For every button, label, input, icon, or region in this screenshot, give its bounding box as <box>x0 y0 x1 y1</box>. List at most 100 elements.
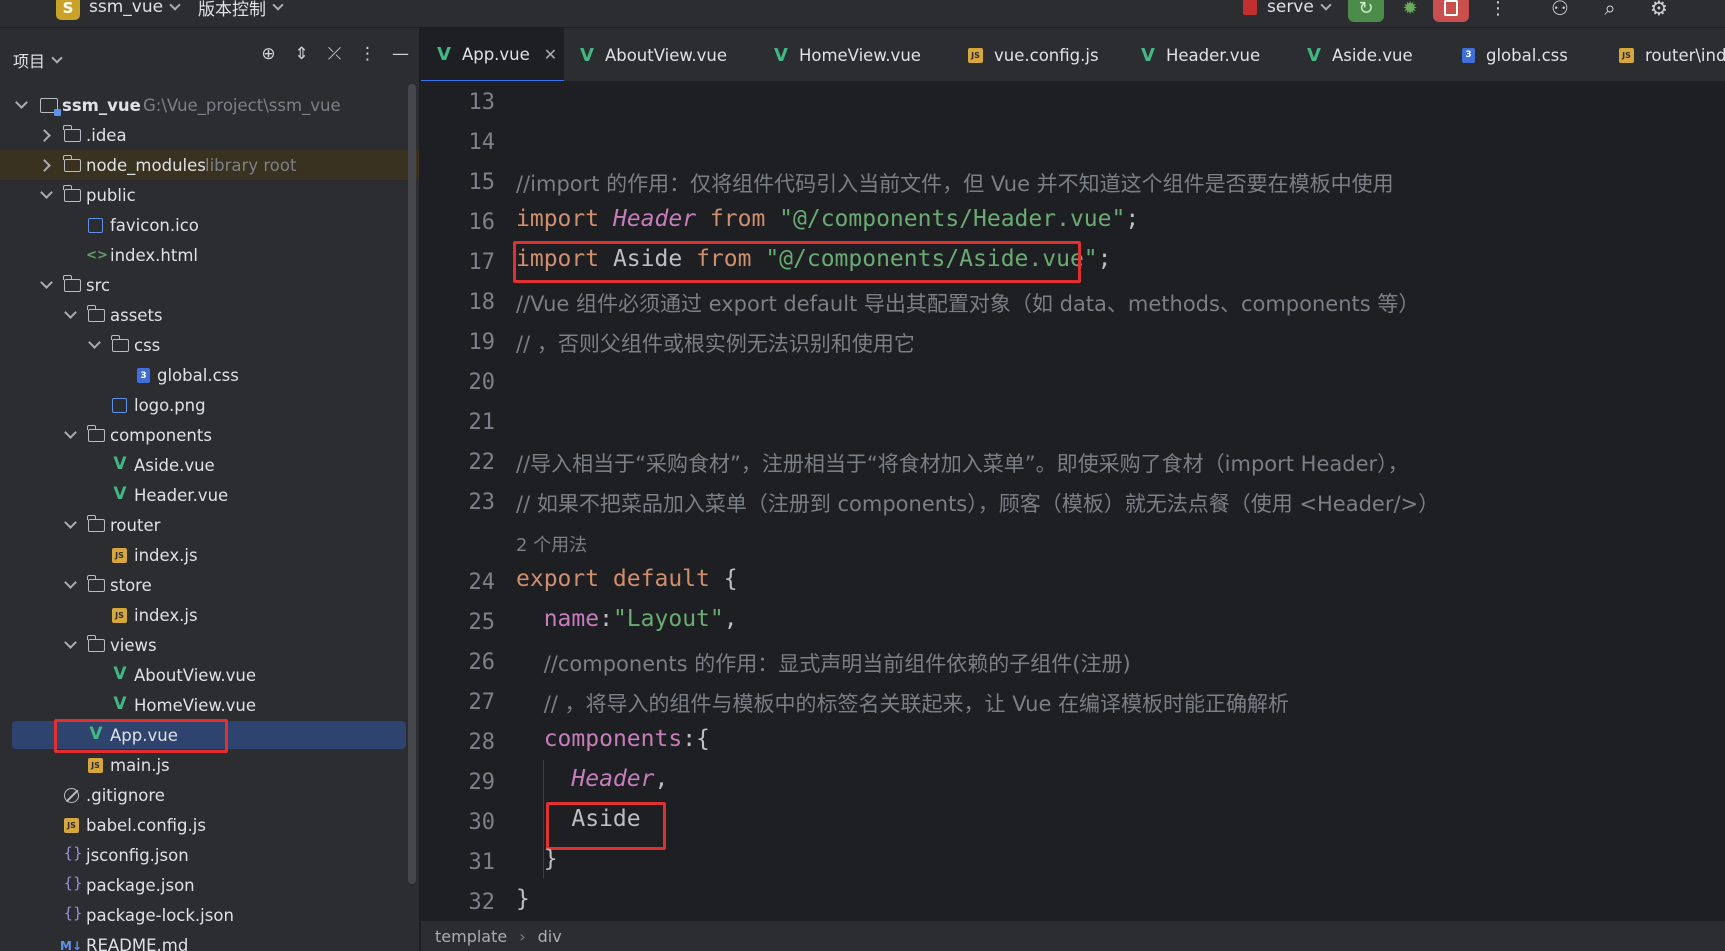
tab-aside-vue[interactable]: V Aside.vue <box>1307 28 1413 81</box>
tree-item-assets[interactable]: assets <box>0 300 419 330</box>
tree-item-ssm-vue[interactable]: ssm_vue G:\Vue_project\ssm_vue <box>0 90 419 120</box>
chevron-down-icon[interactable] <box>88 336 101 349</box>
breadcrumb-item-div[interactable]: div <box>538 927 562 946</box>
code-line-26: //components 的作用：显式声明当前组件依赖的子组件(注册) <box>516 648 1131 678</box>
folder-icon <box>87 305 105 322</box>
chevron-down-icon[interactable] <box>40 186 53 199</box>
options-icon[interactable]: ⋮ <box>358 44 377 64</box>
line-number: 30 <box>468 810 496 835</box>
tree-item-homeview-vue[interactable]: V HomeView.vue <box>0 690 419 720</box>
line-number: 16 <box>468 210 496 235</box>
breadcrumb-separator: › <box>519 926 526 946</box>
tree-item-app-vue[interactable]: V App.vue <box>0 719 419 753</box>
tree-item-aside-vue[interactable]: V Aside.vue <box>0 450 419 480</box>
code-line-18: //Vue 组件必须通过 export default 导出其配置对象（如 da… <box>516 288 1419 318</box>
tree-item-label: index.js <box>134 605 198 625</box>
tree-item-global-css[interactable]: 3 global.css <box>0 360 419 390</box>
code-area[interactable]: //import 的作用：仅将组件代码引入当前文件，但 Vue 并不知道这个组件… <box>513 82 1725 920</box>
run-icon[interactable]: ↻ <box>1348 0 1384 22</box>
tree-item-label: components <box>110 425 212 445</box>
vue-file-icon: V <box>437 43 451 65</box>
breadcrumb-item-template[interactable]: template <box>435 927 507 946</box>
chevron-down-icon[interactable] <box>15 96 28 109</box>
tree-item-label: assets <box>110 305 163 325</box>
close-icon[interactable]: ✕ <box>544 45 557 64</box>
identifier: Header <box>612 206 697 232</box>
tree-item-label: public <box>86 185 136 205</box>
tree-item-logo[interactable]: logo.png <box>0 390 419 420</box>
chevron-down-icon[interactable] <box>64 426 77 439</box>
chevron-down-icon[interactable] <box>40 276 53 289</box>
tree-item-aboutview-vue[interactable]: V AboutView.vue <box>0 660 419 690</box>
vue-file-icon: V <box>774 44 788 66</box>
npm-icon <box>1243 0 1257 15</box>
tree-item-label: global.css <box>157 365 239 385</box>
tree-item-views[interactable]: views <box>0 630 419 660</box>
chevron-down-icon[interactable] <box>64 636 77 649</box>
expand-all-icon[interactable]: ⇕ <box>292 44 311 64</box>
project-switcher[interactable]: ssm_vue <box>89 0 181 18</box>
project-badge[interactable]: S <box>56 0 80 20</box>
tree-item-src[interactable]: src <box>0 270 419 300</box>
line-number: 26 <box>468 650 496 675</box>
tree-item-favicon[interactable]: favicon.ico <box>0 210 419 240</box>
more-icon[interactable]: ⋮ <box>1480 0 1516 22</box>
tab-header-vue[interactable]: V Header.vue <box>1141 28 1260 81</box>
code-editor[interactable]: 13 14 15 16 17 18 19 20 21 22 23 24 25 2… <box>421 82 1725 920</box>
line-number: 23 <box>468 490 496 515</box>
tab-router-index-js[interactable]: JS router\index.js <box>1619 28 1725 81</box>
tree-item-node-modules[interactable]: node_modules library root <box>0 150 419 180</box>
tree-item-css[interactable]: css <box>0 330 419 360</box>
tree-item-public[interactable]: public <box>0 180 419 210</box>
tab-global-css[interactable]: 3 global.css <box>1462 28 1568 81</box>
chevron-down-icon[interactable] <box>64 306 77 319</box>
tree-item-label: logo.png <box>134 395 206 415</box>
tree-item-store[interactable]: store <box>0 570 419 600</box>
tree-item-components[interactable]: components <box>0 420 419 450</box>
js-file-icon: JS <box>64 818 79 833</box>
main-menu-icon[interactable] <box>10 0 32 18</box>
collapse-all-icon[interactable]: ⤫ <box>325 44 344 64</box>
chevron-right-icon[interactable] <box>38 128 51 142</box>
search-icon[interactable]: ⌕ <box>1595 0 1625 22</box>
tree-item-package-lock[interactable]: {} package-lock.json <box>0 900 419 930</box>
tree-item-index-html[interactable]: <> index.html <box>0 240 419 270</box>
tree-item-jsconfig[interactable]: {} jsconfig.json <box>0 840 419 870</box>
markdown-file-icon: M↓ <box>60 939 82 951</box>
gear-icon[interactable]: ⚙ <box>1644 0 1674 22</box>
chevron-down-icon[interactable] <box>64 516 77 529</box>
folder-icon <box>111 335 129 352</box>
sidebar-scrollbar[interactable] <box>408 84 416 884</box>
tree-item-babel-config[interactable]: JS babel.config.js <box>0 810 419 840</box>
tree-item-package-json[interactable]: {} package.json <box>0 870 419 900</box>
chevron-down-icon[interactable] <box>64 576 77 589</box>
tree-item-router[interactable]: router <box>0 510 419 540</box>
code-line-29: Header, <box>571 766 669 792</box>
tree-item-readme[interactable]: M↓ README.md <box>0 930 419 951</box>
usages-hint[interactable]: 2 个用法 <box>516 531 587 557</box>
add-user-icon[interactable]: ⚇ <box>1545 0 1575 22</box>
tree-item-main-js[interactable]: JS main.js <box>0 750 419 780</box>
line-number: 32 <box>468 890 496 915</box>
tab-aboutview-vue[interactable]: V AboutView.vue <box>580 28 727 81</box>
tab-homeview-vue[interactable]: V HomeView.vue <box>774 28 921 81</box>
project-view-selector[interactable]: 项目 <box>13 48 63 72</box>
tree-item-label: .gitignore <box>86 785 165 805</box>
vcs-menu[interactable]: 版本控制 <box>198 0 284 20</box>
property: components <box>543 726 683 752</box>
line-number: 15 <box>468 170 496 195</box>
tree-item-router-index-js[interactable]: JS index.js <box>0 540 419 570</box>
run-config-selector[interactable]: serve <box>1243 0 1332 18</box>
tab-vue-config-js[interactable]: JS vue.config.js <box>968 28 1099 81</box>
tree-item-header-vue[interactable]: V Header.vue <box>0 480 419 510</box>
debug-icon[interactable]: ✹ <box>1392 0 1428 22</box>
tree-item-idea[interactable]: .idea <box>0 120 419 150</box>
tree-item-store-index-js[interactable]: JS index.js <box>0 600 419 630</box>
locate-icon[interactable]: ⊕ <box>259 44 278 64</box>
tab-app-vue[interactable]: V App.vue ✕ <box>421 28 564 81</box>
tree-item-gitignore[interactable]: .gitignore <box>0 780 419 810</box>
hide-icon[interactable]: — <box>391 44 410 64</box>
chevron-right-icon[interactable] <box>38 158 51 172</box>
code-line-25: name:"Layout", <box>543 606 738 632</box>
stop-icon[interactable] <box>1433 0 1469 22</box>
